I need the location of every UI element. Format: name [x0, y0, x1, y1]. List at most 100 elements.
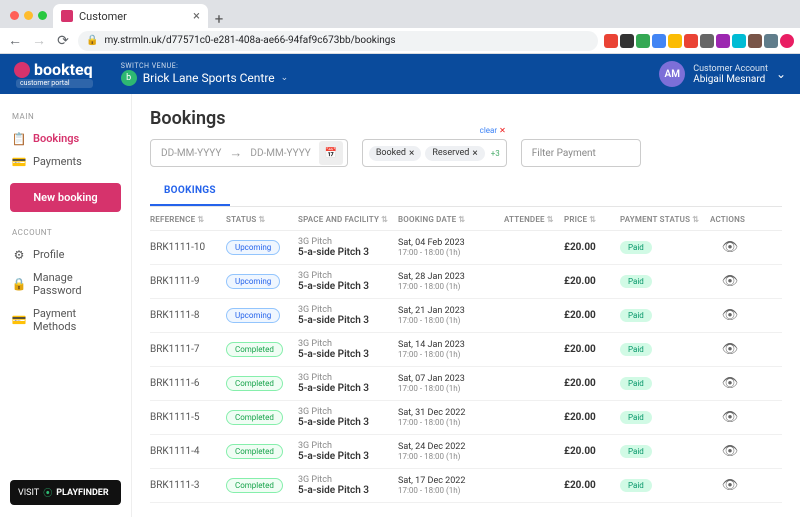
- favicon-icon: [61, 10, 73, 22]
- reload-button[interactable]: ⟳: [54, 33, 72, 49]
- payment-filter[interactable]: Filter Payment: [521, 139, 641, 167]
- status-filter[interactable]: clear ✕ Booked× Reserved× +3: [362, 139, 507, 167]
- view-booking-button[interactable]: 👁: [710, 308, 750, 323]
- chip-booked[interactable]: Booked×: [369, 146, 422, 161]
- browser-tab[interactable]: Customer ×: [53, 4, 208, 28]
- ext-icon[interactable]: [700, 34, 714, 48]
- col-reference[interactable]: REFERENCE⇅: [150, 215, 226, 224]
- view-booking-button[interactable]: 👁: [710, 410, 750, 425]
- table-row: BRK1111-3Completed3G Pitch5-a-side Pitch…: [150, 469, 782, 503]
- ext-icon[interactable]: [748, 34, 762, 48]
- tab-bookings[interactable]: BOOKINGS: [150, 177, 230, 206]
- sidebar-item-profile[interactable]: ⚙ Profile: [10, 243, 121, 266]
- sidebar-item-label: Manage Password: [33, 271, 119, 297]
- col-booking-date[interactable]: BOOKING DATE⇅: [398, 215, 504, 224]
- window-controls: [8, 11, 53, 28]
- date-range-input[interactable]: DD-MM-YYYY → DD-MM-YYYY 📅: [150, 139, 348, 167]
- view-booking-button[interactable]: 👁: [710, 478, 750, 493]
- remove-chip-icon[interactable]: ×: [409, 148, 414, 159]
- cell-price: £20.00: [564, 242, 620, 253]
- ext-icon[interactable]: [716, 34, 730, 48]
- cell-price: £20.00: [564, 412, 620, 423]
- payment-badge: Paid: [620, 445, 652, 458]
- ext-icon[interactable]: [620, 34, 634, 48]
- status-badge: Upcoming: [226, 308, 280, 323]
- new-booking-button[interactable]: New booking: [10, 183, 121, 212]
- chip-reserved[interactable]: Reserved×: [425, 146, 484, 161]
- cell-facility: 3G Pitch5-a-side Pitch 3: [298, 441, 398, 462]
- col-status[interactable]: STATUS⇅: [226, 215, 298, 224]
- sidebar-item-bookings[interactable]: 📋 Bookings: [10, 127, 121, 150]
- view-booking-button[interactable]: 👁: [710, 444, 750, 459]
- view-booking-button[interactable]: 👁: [710, 240, 750, 255]
- cell-price: £20.00: [564, 446, 620, 457]
- cell-status: Upcoming: [226, 308, 298, 323]
- filter-payment-placeholder: Filter Payment: [532, 148, 596, 159]
- forward-button[interactable]: →: [30, 32, 48, 49]
- section-main-label: MAIN: [12, 112, 121, 121]
- calendar-icon[interactable]: 📅: [319, 141, 343, 165]
- clear-filters-link[interactable]: clear ✕: [480, 126, 506, 135]
- section-account-label: ACCOUNT: [12, 228, 121, 237]
- sidebar-item-password[interactable]: 🔒 Manage Password: [10, 266, 121, 302]
- table-row: BRK1111-6Completed3G Pitch5-a-side Pitch…: [150, 367, 782, 401]
- arrow-right-icon: →: [229, 145, 242, 161]
- col-facility[interactable]: SPACE AND FACILITY⇅: [298, 215, 398, 224]
- sidebar-item-payments[interactable]: 💳 Payments: [10, 150, 121, 173]
- remove-chip-icon[interactable]: ×: [472, 148, 477, 159]
- cell-payment: Paid: [620, 275, 710, 288]
- col-actions: ACTIONS: [710, 215, 750, 224]
- gear-icon: ⚙: [12, 249, 26, 261]
- cell-payment: Paid: [620, 377, 710, 390]
- chevron-down-icon: ⌄: [776, 67, 786, 81]
- sidebar-item-payment-methods[interactable]: 💳 Payment Methods: [10, 302, 121, 338]
- venue-switcher[interactable]: SWITCH VENUE: b Brick Lane Sports Centre…: [121, 62, 289, 86]
- sort-icon: ⇅: [259, 215, 266, 224]
- back-button[interactable]: ←: [6, 32, 24, 49]
- view-booking-button[interactable]: 👁: [710, 274, 750, 289]
- playfinder-link[interactable]: VISIT ⦿ PLAYFINDER: [10, 480, 121, 505]
- table-row: BRK1111-10Upcoming3G Pitch5-a-side Pitch…: [150, 231, 782, 265]
- url-text: my.strmln.uk/d77571c0-e281-408a-ae66-94f…: [104, 35, 395, 46]
- ext-icon[interactable]: [604, 34, 618, 48]
- col-payment-status[interactable]: PAYMENT STATUS⇅: [620, 215, 710, 224]
- profile-avatar-icon[interactable]: [780, 34, 794, 48]
- minimize-window-icon[interactable]: [24, 11, 33, 20]
- ext-icon[interactable]: [636, 34, 650, 48]
- cell-facility: 3G Pitch5-a-side Pitch 3: [298, 237, 398, 258]
- address-bar[interactable]: 🔒 my.strmln.uk/d77571c0-e281-408a-ae66-9…: [78, 31, 598, 51]
- cell-reference: BRK1111-3: [150, 480, 226, 491]
- new-tab-button[interactable]: +: [208, 10, 230, 28]
- sort-icon: ⇅: [381, 215, 388, 224]
- logo[interactable]: bookteq customer portal: [14, 60, 93, 88]
- sort-icon: ⇅: [197, 215, 204, 224]
- status-badge: Completed: [226, 342, 283, 357]
- date-from: DD-MM-YYYY: [161, 148, 221, 159]
- table-row: BRK1111-9Upcoming3G Pitch5-a-side Pitch …: [150, 265, 782, 299]
- cell-date: Sat, 24 Dec 202217:00 - 18:00 (1h): [398, 442, 504, 461]
- cell-payment: Paid: [620, 343, 710, 356]
- pin-icon: ⦿: [43, 486, 52, 499]
- view-booking-button[interactable]: 👁: [710, 376, 750, 391]
- sort-icon: ⇅: [692, 215, 699, 224]
- sidebar: MAIN 📋 Bookings 💳 Payments New booking A…: [0, 94, 132, 517]
- col-price[interactable]: PRICE⇅: [564, 215, 620, 224]
- ext-icon[interactable]: [732, 34, 746, 48]
- ext-icon[interactable]: [764, 34, 778, 48]
- maximize-window-icon[interactable]: [38, 11, 47, 20]
- ext-icon[interactable]: [668, 34, 682, 48]
- view-booking-button[interactable]: 👁: [710, 342, 750, 357]
- cell-status: Completed: [226, 342, 298, 357]
- account-menu[interactable]: AM Customer Account Abigail Mesnard ⌄: [659, 61, 786, 87]
- table-row: BRK1111-4Completed3G Pitch5-a-side Pitch…: [150, 435, 782, 469]
- sidebar-item-label: Profile: [33, 248, 64, 261]
- ext-icon[interactable]: [684, 34, 698, 48]
- close-tab-icon[interactable]: ×: [193, 9, 200, 24]
- col-attendee[interactable]: ATTENDEE⇅: [504, 215, 564, 224]
- payment-badge: Paid: [620, 275, 652, 288]
- close-window-icon[interactable]: [10, 11, 19, 20]
- cell-date: Sat, 07 Jan 202317:00 - 18:00 (1h): [398, 374, 504, 393]
- payment-badge: Paid: [620, 377, 652, 390]
- status-badge: Completed: [226, 376, 283, 391]
- ext-icon[interactable]: [652, 34, 666, 48]
